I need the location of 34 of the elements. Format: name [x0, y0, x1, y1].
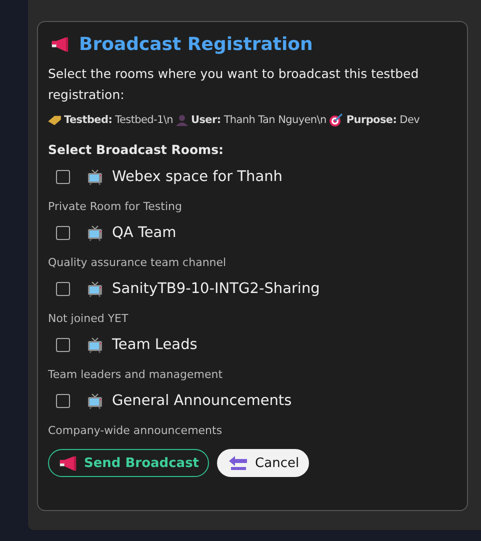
megaphone-icon: [51, 37, 69, 52]
room-description: Private Room for Testing: [48, 200, 183, 213]
room-name[interactable]: Webex space for Thanh: [112, 169, 282, 185]
send-button[interactable]: Send Broadcast: [48, 449, 210, 477]
tv-icon: [87, 393, 103, 409]
detail-text: User: Thanh Tan Nguyen\n: [191, 114, 326, 126]
cancel-button[interactable]: Cancel: [217, 449, 310, 477]
person-icon: [176, 114, 188, 126]
room-name[interactable]: General Announcements: [112, 393, 292, 409]
room-description: Team leaders and management: [48, 368, 224, 381]
checkbox[interactable]: [56, 338, 70, 352]
tv-icon: [87, 169, 103, 185]
tag-icon: [48, 114, 61, 126]
back-arrow-icon: [228, 455, 248, 471]
room-description: Not joined YET: [48, 312, 130, 325]
checkbox[interactable]: [56, 282, 70, 296]
checkbox[interactable]: [56, 394, 70, 408]
room-name[interactable]: QA Team: [112, 225, 176, 241]
room-description: Company-wide announcements: [48, 424, 224, 437]
room-name[interactable]: SanityTB9-10-INTG2-Sharing: [112, 281, 320, 297]
room-description: Quality assurance team channel: [48, 256, 228, 269]
detail-text: Testbed: Testbed-1\n: [64, 114, 173, 126]
target-icon: [329, 113, 344, 127]
intro-text: Select the rooms where you want to broadcast this testbed registration:: [48, 65, 420, 104]
checkbox[interactable]: [56, 170, 70, 184]
tv-icon: [87, 225, 103, 241]
section-heading: Select Broadcast Rooms:: [48, 142, 225, 157]
megaphone-icon: [59, 456, 77, 470]
checkbox[interactable]: [56, 226, 70, 240]
room-name[interactable]: Team Leads: [112, 337, 198, 353]
tv-icon: [87, 281, 103, 297]
dialog-title: Broadcast Registration: [79, 34, 313, 55]
tv-icon: [87, 337, 103, 353]
detail-text: Purpose: Dev: [346, 114, 420, 126]
